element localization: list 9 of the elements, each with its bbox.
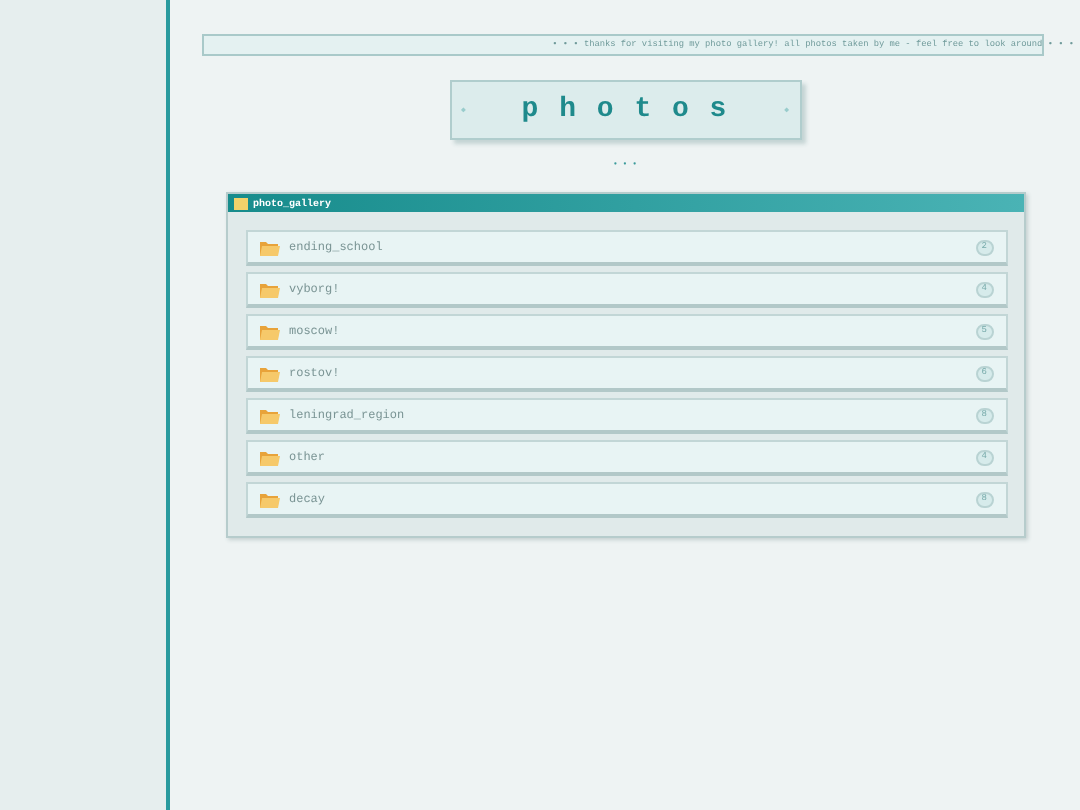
- site-title: p h o t o s: [521, 94, 729, 126]
- folder-icon: [259, 281, 279, 297]
- folder-icon: [259, 407, 279, 423]
- folder-icon: [259, 323, 279, 339]
- folder-icon: [259, 239, 279, 255]
- folder-icon: [259, 365, 279, 381]
- folder-icon: [259, 491, 279, 507]
- folder-icon: [259, 449, 279, 465]
- folder-icon: [233, 197, 247, 209]
